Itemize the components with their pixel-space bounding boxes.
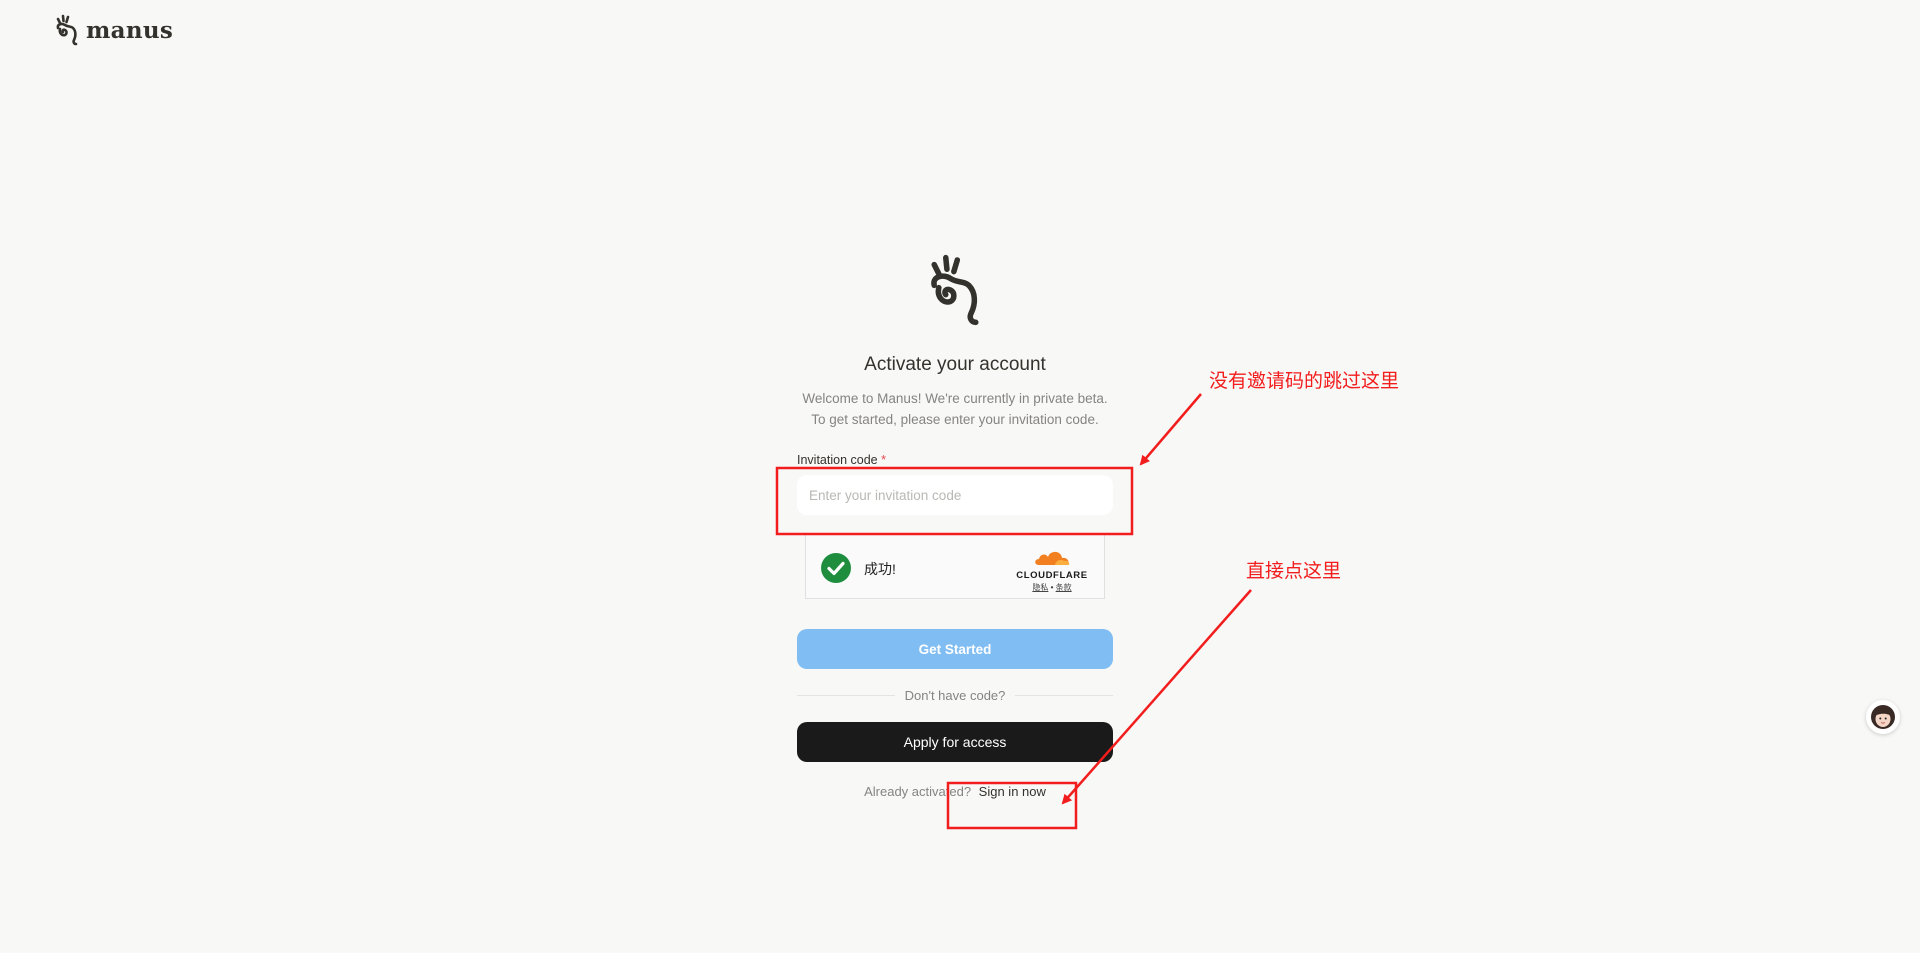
signin-row: Already activated? Sign in now — [797, 784, 1113, 799]
annotation-note-skip: 没有邀请码的跳过这里 — [1209, 370, 1400, 392]
divider-line-right — [1015, 695, 1113, 696]
divider-line-left — [797, 695, 895, 696]
page-title: Activate your account — [864, 354, 1046, 375]
brand-name: manus — [86, 16, 174, 44]
manus-hand-icon — [56, 14, 78, 46]
signin-prompt: Already activated? — [864, 784, 972, 799]
avatar-face-icon — [1871, 705, 1895, 729]
privacy-link[interactable]: 隐私 — [1032, 583, 1048, 592]
no-code-divider: Don't have code? — [797, 688, 1113, 703]
get-started-button[interactable]: Get Started — [797, 629, 1113, 669]
cloudflare-wordmark: CLOUDFLARE — [1016, 570, 1088, 581]
invitation-code-input[interactable] — [797, 475, 1113, 515]
invitation-code-label-text: Invitation code — [797, 453, 878, 467]
cloudflare-captcha[interactable]: 成功! CLOUDFLARE 隐私 • 条款 — [805, 534, 1105, 599]
terms-link[interactable]: 条款 — [1056, 583, 1072, 592]
annotation-arrow-skip — [1139, 393, 1202, 466]
support-avatar[interactable] — [1866, 700, 1900, 734]
manus-hand-icon — [931, 254, 979, 326]
apply-for-access-button[interactable]: Apply for access — [797, 722, 1113, 762]
cloudflare-cloud-icon — [1035, 551, 1070, 565]
sign-in-link[interactable]: Sign in now — [979, 784, 1046, 799]
divider-text: Don't have code? — [904, 688, 1006, 703]
invitation-code-label: Invitation code * — [797, 453, 1113, 467]
required-mark: * — [881, 453, 886, 467]
page-subtitle: Welcome to Manus! We're currently in pri… — [797, 388, 1113, 430]
subtitle-line-2: To get started, please enter your invita… — [811, 412, 1099, 427]
annotation-note-click: 直接点这里 — [1246, 560, 1342, 582]
captcha-links: 隐私 • 条款 — [1014, 582, 1090, 593]
success-check-icon — [821, 553, 851, 583]
captcha-status: 成功! — [864, 561, 896, 577]
subtitle-line-1: Welcome to Manus! We're currently in pri… — [802, 391, 1108, 406]
cloudflare-branding: CLOUDFLARE 隐私 • 条款 — [1014, 547, 1090, 593]
links-separator: • — [1050, 583, 1054, 592]
brand-logo[interactable]: manus — [54, 14, 173, 46]
activation-page: manus Activate your account Welcome to M… — [0, 0, 1920, 953]
activation-form: Activate your account Welcome to Manus! … — [797, 252, 1113, 799]
